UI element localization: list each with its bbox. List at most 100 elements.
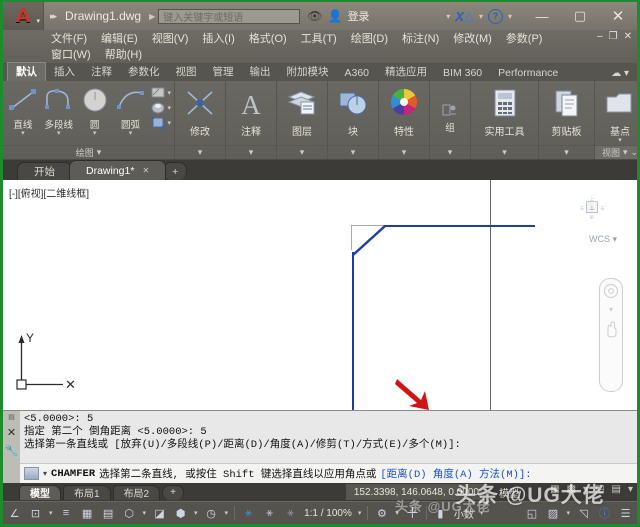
osnap-icon[interactable]: ⊡ — [28, 506, 43, 521]
tool-layers[interactable]: 图层 — [280, 84, 324, 138]
cloud-icon[interactable]: ☁ ▾ — [611, 68, 629, 79]
panel-utilities-expand-icon[interactable]: ▾ — [502, 147, 507, 158]
menu-item-parametric[interactable]: 参数(P) — [506, 30, 543, 46]
application-menu-button[interactable]: A ▾ — [3, 2, 44, 30]
ribbon-tab-annotate[interactable]: 注释 — [83, 63, 120, 81]
ribbon-tab-a360[interactable]: A360 — [337, 66, 378, 81]
tool-circle[interactable]: 圆 ▾ — [78, 84, 112, 137]
ribbon-tab-featured-apps[interactable]: 精选应用 — [377, 63, 435, 81]
panel-foot-annotation[interactable]: ▾ — [226, 145, 276, 159]
menu-item-draw[interactable]: 绘图(D) — [351, 30, 388, 46]
hardware-accel-dropdown-icon[interactable]: ▾ — [566, 509, 570, 517]
help-status-icon[interactable]: ⓘ — [597, 506, 612, 521]
quick-access-toolbar[interactable]: ▸▸ — [44, 11, 57, 22]
help-question-icon[interactable]: ? — [487, 8, 503, 24]
grid-display-icon[interactable]: ▦ — [550, 484, 559, 495]
tool-group[interactable]: 组 — [433, 103, 467, 134]
grid-snap-dropdown-icon[interactable]: ▾ — [583, 484, 588, 495]
ribbon-tab-manage[interactable]: 管理 — [205, 63, 242, 81]
wrench-icon[interactable]: 🔧 — [5, 444, 19, 457]
panel-modify-expand-icon[interactable]: ▾ — [198, 147, 203, 158]
drawing-canvas[interactable]: [-][俯视][二维线框] 选择第二条直线，或按住 — [3, 180, 637, 410]
workspace-cube-icon[interactable]: ⬢ — [173, 506, 188, 521]
account-icon[interactable]: 👤 — [327, 9, 342, 23]
signin-chevron-icon[interactable]: ▾ — [446, 12, 450, 21]
tool-polyline[interactable]: 多段线 ▾ — [42, 84, 76, 137]
menu-item-tools[interactable]: 工具(T) — [301, 30, 337, 46]
grid-icon[interactable]: ▦ — [80, 506, 95, 521]
close-button[interactable]: ✕ — [599, 2, 637, 30]
workspace-dropdown-icon[interactable]: ▾ — [194, 509, 198, 517]
gear-dropdown-icon[interactable]: ▾ — [395, 509, 399, 517]
ribbon-tab-home[interactable]: 默认 — [7, 62, 46, 81]
3d-osnap-icon[interactable]: ⬡ — [122, 506, 137, 521]
tool-hatch[interactable]: ▾ — [150, 86, 172, 99]
coordinate-readout[interactable]: 152.3398, 146.0648, 0.0000 — [345, 484, 487, 500]
panel-group-expand-icon[interactable]: ▾ — [448, 147, 453, 158]
panel-foot-clipboard[interactable]: ▾ — [539, 145, 594, 159]
snap-mode-icon[interactable]: ▩ — [567, 484, 576, 495]
panel-foot-draw[interactable]: 绘图 ▾ — [3, 145, 174, 159]
panel-clipboard-expand-icon[interactable]: ▾ — [564, 147, 569, 158]
autodesk-a360-icon[interactable]: △ — [464, 8, 474, 24]
menu-item-edit[interactable]: 编辑(E) — [101, 30, 138, 46]
autodesk-exchange-icon[interactable]: X — [455, 9, 464, 24]
file-tab-drawing1[interactable]: Drawing1* ✕ — [69, 160, 167, 180]
viewcube-icon[interactable]: 上 ⊥ 左 右 前 — [575, 192, 609, 226]
tool-line-dropdown-icon[interactable]: ▾ — [21, 130, 25, 137]
annotation-scale-dropdown-icon[interactable]: ▾ — [225, 509, 229, 517]
pan-hand-icon[interactable] — [603, 320, 619, 338]
gear-icon[interactable]: ⚙ — [374, 506, 389, 521]
hardware-accel-icon[interactable]: ▨ — [545, 506, 560, 521]
units-icon[interactable]: ▮ — [433, 506, 448, 521]
menu-item-help[interactable]: 帮助(H) — [105, 46, 142, 62]
clean-screen-icon[interactable]: ◹ — [576, 506, 591, 521]
search-input[interactable]: 键入关键字或短语 — [158, 8, 301, 24]
tool-modify[interactable]: 修改 — [178, 84, 222, 138]
panel-properties-expand-icon[interactable]: ▾ — [402, 147, 407, 158]
panel-foot-block[interactable]: ▾ — [328, 145, 378, 159]
person-grey-icon[interactable]: ⚹ — [262, 506, 277, 521]
search-chevron-icon[interactable]: ▶ — [149, 12, 155, 21]
ribbon-tab-bim360[interactable]: BIM 360 — [435, 66, 490, 81]
hatch-dropdown-icon[interactable]: ▾ — [168, 89, 172, 97]
command-window-grip[interactable]: ▤ ✕ 🔧 — [3, 411, 20, 483]
help-chevron-icon[interactable]: ▾ — [508, 12, 512, 21]
tool-arc[interactable]: 圆弧 ▾ — [114, 84, 148, 137]
layout-tab-layout2[interactable]: 布局2 — [112, 484, 161, 500]
ortho-lines-icon[interactable]: ≡ — [59, 506, 74, 521]
tool-arc-dropdown-icon[interactable]: ▾ — [129, 130, 133, 137]
menu-item-insert[interactable]: 插入(I) — [202, 30, 234, 46]
chevron-down-icon[interactable]: ▾ — [36, 17, 40, 25]
model-space-button[interactable]: 模型 — [499, 484, 519, 500]
menu-item-modify[interactable]: 修改(M) — [453, 30, 492, 46]
isolate-objects-icon[interactable]: ◱ — [524, 506, 539, 521]
navbar-chevron-icon[interactable]: ▾ — [609, 305, 613, 314]
layout-tab-new-button[interactable]: + — [162, 484, 184, 500]
tool-gradient[interactable]: ▾ — [150, 101, 171, 114]
close-icon[interactable]: ✕ — [7, 426, 16, 439]
panel-draw-expand-icon[interactable]: ▾ — [97, 147, 102, 158]
lineweight-icon[interactable]: ▤ — [612, 484, 621, 495]
customization-icon[interactable]: ☰ — [618, 506, 633, 521]
tool-block[interactable]: 块 — [331, 84, 375, 138]
panel-foot-view[interactable]: 视图 ▾ ⌄ — [595, 145, 637, 159]
a360-chevron-icon[interactable]: ▾ — [479, 12, 483, 21]
menu-item-view[interactable]: 视图(V) — [152, 30, 189, 46]
doc-close-button[interactable]: ✕ — [624, 31, 632, 42]
grip-dots-icon[interactable]: ▤ — [8, 413, 15, 421]
ribbon-tab-view[interactable]: 视图 — [168, 63, 205, 81]
steering-wheel-icon[interactable] — [603, 283, 619, 299]
doc-restore-button[interactable]: ❐ — [609, 31, 618, 42]
tool-basepoint[interactable]: 基点 ▾ — [598, 84, 637, 144]
ribbon-tab-addins[interactable]: 附加模块 — [279, 63, 337, 81]
infer-constraints-icon[interactable]: ◲ — [595, 484, 604, 495]
tool-circle-dropdown-icon[interactable]: ▾ — [93, 130, 97, 137]
wcs-label[interactable]: WCS ▾ — [589, 234, 617, 245]
ribbon-tab-insert[interactable]: 插入 — [46, 63, 83, 81]
doc-minimize-button[interactable]: – — [597, 31, 603, 42]
binoculars-icon[interactable]: 👁 — [307, 9, 322, 23]
menu-item-dimension[interactable]: 标注(N) — [402, 30, 439, 46]
tool-basepoint-dropdown-icon[interactable]: ▾ — [618, 137, 622, 144]
geometry-vertical-line[interactable] — [352, 252, 355, 410]
